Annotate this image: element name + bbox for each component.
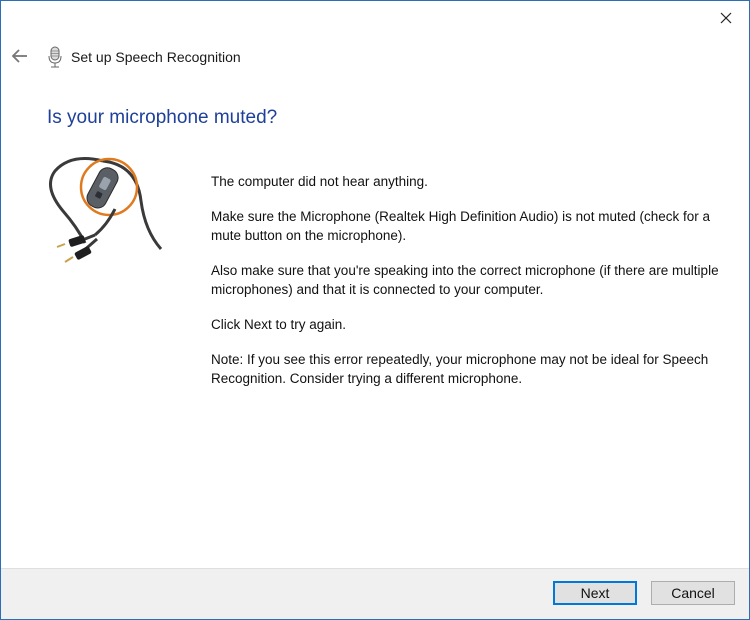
message-body: The computer did not hear anything. Make… bbox=[211, 172, 731, 404]
cancel-button[interactable]: Cancel bbox=[651, 581, 735, 605]
title-bar bbox=[1, 1, 749, 37]
back-arrow-icon bbox=[11, 49, 27, 63]
speech-setup-window: Set up Speech Recognition Is your microp… bbox=[0, 0, 750, 620]
message-line-1: The computer did not hear anything. bbox=[211, 174, 428, 189]
message-line-2: Make sure the Microphone (Realtek High D… bbox=[211, 209, 710, 243]
close-icon bbox=[720, 12, 732, 24]
message-line-4: Click Next to try again. bbox=[211, 317, 347, 332]
wizard-header: Set up Speech Recognition bbox=[1, 39, 749, 75]
message-line-5: Note: If you see this error repeatedly, … bbox=[211, 352, 709, 386]
next-button[interactable]: Next bbox=[553, 581, 637, 605]
back-button[interactable] bbox=[7, 43, 33, 69]
wizard-title: Set up Speech Recognition bbox=[71, 49, 241, 65]
page-heading: Is your microphone muted? bbox=[47, 107, 278, 128]
headset-cable-illustration bbox=[49, 157, 163, 263]
button-bar: Next Cancel bbox=[1, 568, 749, 619]
close-button[interactable] bbox=[703, 1, 749, 35]
microphone-icon bbox=[48, 46, 62, 68]
message-line-3: Also make sure that you're speaking into… bbox=[211, 263, 719, 297]
